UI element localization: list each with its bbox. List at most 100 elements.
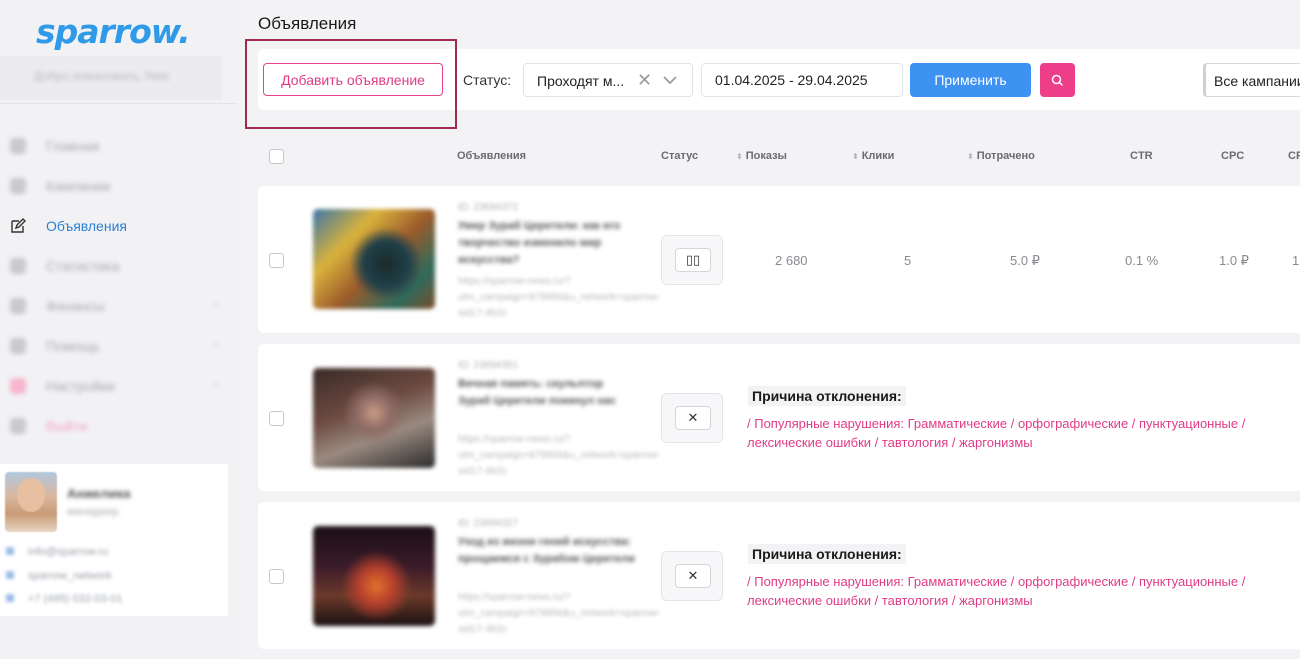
dollar-icon [10,298,26,314]
campaigns-icon [10,178,26,194]
impressions-value: 2 680 [775,253,808,268]
sidebar-divider [0,103,237,104]
sidebar-item-label: Помощь [46,338,101,354]
sort-icon: ⬍ [967,152,974,161]
campaign-select-value: Все кампании [1214,73,1300,89]
sidebar-item-campaigns[interactable]: Кампании [0,166,222,206]
sidebar-item-label: Кампании [46,178,111,194]
mail-icon [6,547,14,555]
ad-url: https://sparrow-news.ru/?utm_campaign=87… [458,592,661,635]
sidebar-item-label: Статистика [46,258,120,274]
rejected-status-button[interactable]: ✕ [661,393,723,443]
manager-phone[interactable]: +7 (495) 032-03-01 [6,593,122,605]
gear-icon [10,378,26,394]
campaign-select[interactable]: Все кампании [1203,63,1300,97]
row-checkbox[interactable] [269,569,284,584]
sidebar-item-settings[interactable]: Настройки › [0,366,222,406]
sidebar: sparrow. Добро пожаловать, Neki Главная … [0,0,237,659]
rejection-reason-label: Причина отклонения: [748,544,906,564]
ad-thumbnail[interactable] [313,209,435,309]
clicks-value: 5 [904,253,912,268]
close-icon: ✕ [675,406,711,430]
close-icon: ✕ [675,564,711,588]
sidebar-item-label: Настройки [46,378,115,394]
status-filter-label: Статус: [463,72,512,88]
ad-id: ID: 23694372 [458,202,519,213]
chevron-right-icon: › [214,338,218,352]
manager-telegram[interactable]: sparrow_network [6,570,112,582]
ad-title[interactable]: Умер Зураб Церетели: как его творчество … [458,218,638,269]
row-checkbox[interactable] [269,411,284,426]
column-header-label: Потрачено [976,150,1035,162]
status-select[interactable]: Проходят м... ✕ [523,63,693,97]
sidebar-item-label: Объявления [46,218,127,234]
telegram-icon [6,571,14,579]
select-all-checkbox[interactable] [269,149,284,164]
date-range-input[interactable] [701,63,903,97]
manager-phone-text: +7 (495) 032-03-01 [28,593,123,605]
phone-icon [6,594,14,602]
ad-thumbnail[interactable] [313,368,435,468]
sidebar-item-label: Выйти [46,418,88,434]
column-header-cpc: CPC [1221,150,1245,162]
column-header-impressions[interactable]: ⬍ Показы [736,150,787,162]
column-header-ads: Объявления [457,150,527,162]
rejection-reason-text: / Популярные нарушения: Грамматические /… [747,574,1246,608]
ad-title[interactable]: Уход из жизни гений искусства: прощаемся… [458,534,638,568]
chevron-down-icon[interactable] [661,71,679,89]
manager-telegram-text: sparrow_network [28,570,112,582]
sidebar-item-home[interactable]: Главная [0,126,222,166]
avatar [5,472,57,532]
chevron-right-icon: › [214,378,218,392]
row-checkbox[interactable] [269,253,284,268]
sidebar-item-finance[interactable]: Финансы › [0,286,222,326]
rejected-status-button[interactable]: ✕ [661,551,723,601]
sidebar-item-label: Финансы [46,298,105,314]
extra-value: 1 [1292,253,1300,268]
sidebar-item-ads[interactable]: Объявления [0,206,222,246]
logout-icon [10,418,26,434]
status-select-value: Проходят м... [537,73,625,89]
ctr-value: 0.1 % [1125,253,1159,268]
help-icon [10,338,26,354]
ad-url: https://sparrow-news.ru/?utm_campaign=87… [458,276,661,319]
column-header-label: Клики [861,150,895,162]
pause-button[interactable]: ▯▯ [661,235,723,285]
sidebar-item-logout[interactable]: Выйти [0,406,222,446]
manager-role: менеджер [67,506,119,518]
welcome-banner: Добро пожаловать, Neki [0,56,222,100]
search-icon [1051,74,1064,87]
column-header-label: Показы [745,150,787,162]
chart-icon [10,258,26,274]
add-ad-button[interactable]: Добавить объявление [263,63,443,96]
logo[interactable]: sparrow. [36,12,191,51]
apply-button[interactable]: Применить [910,63,1031,97]
clear-icon[interactable]: ✕ [637,70,652,91]
manager-card: Анжелика менеджер info@sparrow.ru sparro… [0,464,228,616]
manager-email[interactable]: info@sparrow.ru [6,546,108,558]
ad-title[interactable]: Вечная память: скульптор Зураб Церетели … [458,376,638,410]
column-header-spent[interactable]: ⬍ Потрачено [967,150,1035,162]
rejection-reason-label: Причина отклонения: [748,386,906,406]
ad-thumbnail[interactable] [313,526,435,626]
sort-icon: ⬍ [852,152,859,161]
manager-name: Анжелика [67,486,131,501]
chevron-right-icon: › [214,298,218,312]
pause-icon: ▯▯ [675,248,711,272]
manager-email-text: info@sparrow.ru [28,546,109,558]
column-header-status: Статус [661,150,699,162]
sidebar-item-statistics[interactable]: Статистика [0,246,222,286]
ad-id: ID: 23694327 [458,518,519,529]
spent-value: 5.0 ₽ [1010,253,1040,268]
cpc-value: 1.0 ₽ [1219,253,1249,268]
ad-id: ID: 23694351 [458,360,519,371]
sidebar-item-help[interactable]: Помощь › [0,326,222,366]
edit-icon [10,218,26,234]
rejection-reason-text: / Популярные нарушения: Грамматические /… [747,416,1246,450]
sort-icon: ⬍ [736,152,743,161]
column-header-ctr: CTR [1130,150,1153,162]
column-header-clicks[interactable]: ⬍ Клики [852,150,894,162]
welcome-text: Добро пожаловать, Neki [34,69,170,83]
search-button[interactable] [1040,63,1075,97]
sidebar-item-label: Главная [46,138,100,154]
